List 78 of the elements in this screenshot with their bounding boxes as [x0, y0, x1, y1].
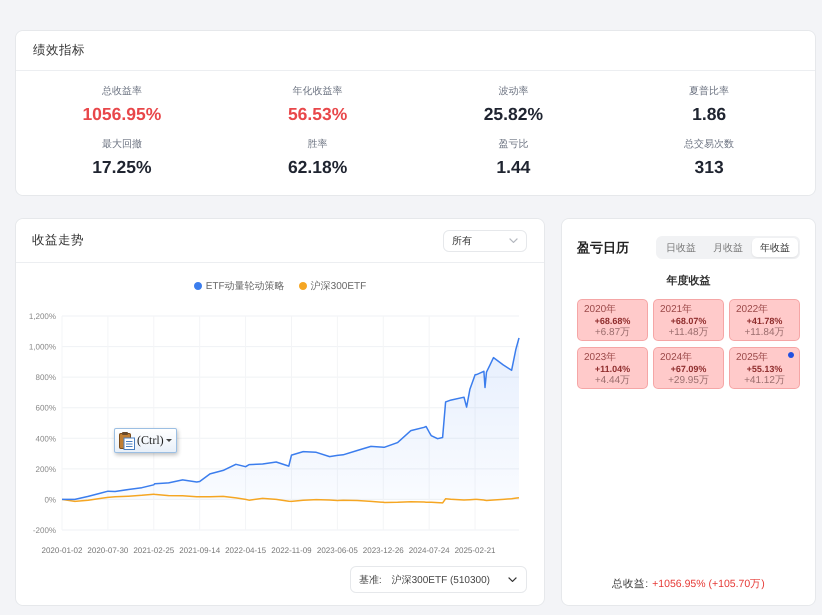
metric-value: 313 — [694, 157, 724, 177]
year-tile[interactable]: 2025年 +55.13% +41.12万 — [729, 347, 800, 389]
return-value: +68.07% — [670, 316, 706, 327]
axis-label: 2020-01-02 — [42, 546, 82, 555]
metric-value: 17.25% — [92, 157, 152, 177]
year-tile[interactable]: 2023年 +11.04% +4.44万 — [577, 347, 648, 389]
paste-options-button[interactable]: (Ctrl) — [114, 428, 177, 453]
metric-label: 波动率 — [498, 86, 528, 98]
year-label: 2023年 — [584, 352, 618, 364]
card-title: 收益走势 — [32, 232, 84, 249]
metric-label: 最大回撤 — [102, 139, 142, 151]
metric-value: 1.44 — [496, 157, 530, 177]
axis-label: 0% — [44, 495, 56, 504]
year-label: 2025年 — [736, 352, 770, 364]
axis-label: 2025-02-21 — [454, 546, 496, 555]
metric-value: 56.53% — [288, 104, 348, 124]
year-label: 2021年 — [660, 304, 694, 316]
axis-label: 400% — [36, 434, 56, 444]
year-tile[interactable]: 2022年 +41.78% +11.84万 — [729, 299, 800, 341]
amount-value: +29.95万 — [668, 375, 709, 386]
metric-label: 总收益率 — [102, 86, 142, 98]
chevron-down-icon — [509, 238, 518, 243]
axis-label: 1,000% — [28, 342, 56, 352]
year-label: 2022年 — [736, 304, 770, 316]
card-title: 绩效指标 — [33, 42, 85, 59]
axis-label: 2021-02-25 — [133, 546, 174, 555]
year-tile[interactable]: 2024年 +67.09% +29.95万 — [653, 347, 724, 389]
axis-label: 1,200% — [28, 312, 56, 321]
range-dropdown[interactable]: 所有 — [443, 230, 527, 252]
axis-label: 2021-09-14 — [179, 546, 220, 555]
axis-label: 2024-07-24 — [408, 546, 450, 555]
return-value: +11.04% — [594, 364, 630, 375]
year-label: 2020年 — [584, 304, 618, 316]
benchmark-dropdown[interactable]: 基准: 沪深300ETF (510300) — [350, 566, 527, 593]
dropdown-label: 基准: — [358, 574, 382, 586]
tab[interactable]: 月收益 — [705, 238, 751, 257]
total-value: +1056.95% (+105.70万) — [652, 577, 765, 591]
amount-value: +4.44万 — [594, 375, 630, 386]
return-value: +41.78% — [746, 316, 782, 327]
legend-label: ETF动量轮动策略 — [206, 280, 285, 293]
return-value: +68.68% — [594, 316, 630, 327]
clipboard-icon — [119, 432, 135, 450]
axis-label: 2020-07-30 — [87, 546, 128, 555]
chevron-down-icon — [508, 577, 517, 582]
tab[interactable]: 年收益 — [752, 238, 798, 257]
axis-label: 2023-12-26 — [362, 546, 404, 555]
return-value: +55.13% — [746, 364, 782, 375]
dropdown-value: 沪深300ETF (510300) — [392, 574, 490, 586]
metric-label: 总交易次数 — [684, 139, 734, 151]
year-tile[interactable]: 2021年 +68.07% +11.48万 — [653, 299, 724, 341]
year-label: 2024年 — [660, 352, 694, 364]
axis-label: 2022-11-09 — [271, 546, 312, 555]
amount-value: +41.12万 — [744, 375, 785, 386]
metric-label: 年化收益率 — [292, 86, 343, 98]
metric-value: 1.86 — [692, 104, 726, 124]
axis-label: 2022-04-15 — [225, 546, 266, 555]
axis-label: 800% — [36, 373, 56, 382]
amount-value: +6.87万 — [594, 327, 630, 338]
metric-label: 盈亏比 — [498, 139, 528, 151]
section-title: 年度收益 — [666, 274, 710, 288]
card-title: 盈亏日历 — [577, 238, 629, 256]
axis-label: 600% — [36, 404, 56, 413]
metric-value: 1056.95% — [82, 104, 162, 124]
caret-icon — [166, 439, 172, 442]
axis-label: -200% — [32, 526, 56, 535]
tab[interactable]: 日收益 — [658, 238, 704, 257]
metric-value: 62.18% — [288, 157, 348, 177]
total-label: 总收益: — [612, 577, 648, 591]
amount-value: +11.48万 — [668, 327, 709, 338]
return-value: +67.09% — [670, 364, 706, 375]
metric-label: 胜率 — [308, 139, 328, 151]
metric-value: 25.82% — [484, 104, 544, 124]
axis-label: 200% — [36, 464, 56, 474]
amount-value: +11.84万 — [744, 327, 785, 338]
axis-label: 2023-06-05 — [316, 546, 358, 555]
year-tile[interactable]: 2020年 +68.68% +6.87万 — [577, 299, 648, 341]
metric-label: 夏普比率 — [689, 86, 730, 98]
legend-label: 沪深300ETF — [310, 280, 366, 293]
